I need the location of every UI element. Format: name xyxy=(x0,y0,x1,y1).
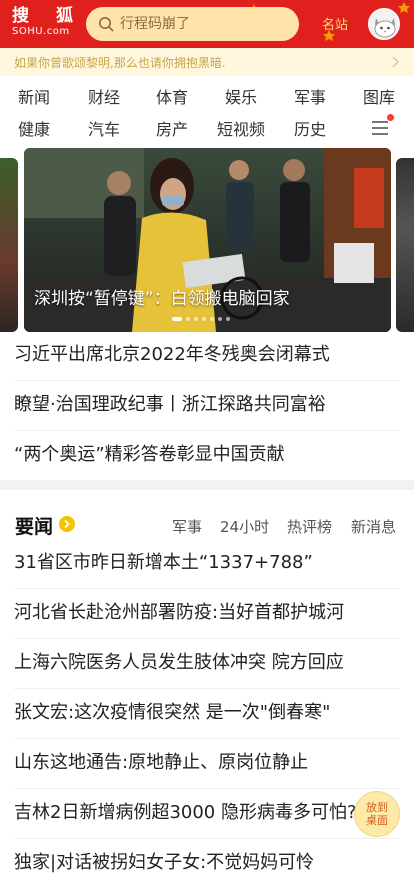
channel-short-video[interactable]: 短视频 xyxy=(211,120,271,140)
add-to-desktop-button[interactable]: 放到 桌面 xyxy=(354,791,400,837)
menu-icon[interactable] xyxy=(371,120,389,136)
top-header: 搜 狐 SOHU.com 名站 xyxy=(0,0,414,48)
news-item[interactable]: 上海六院医务人员发生肢体冲突 院方回应 xyxy=(14,650,400,676)
channel-entertainment[interactable]: 娱乐 xyxy=(211,88,271,108)
divider xyxy=(14,738,400,739)
section-title: 要闻 xyxy=(15,516,54,538)
divider xyxy=(14,430,400,431)
news-carousel[interactable]: 深圳按“暂停键”：白领搬电脑回家 xyxy=(0,148,414,332)
news-item[interactable]: 山东这地通告:原地静止、原岗位静止 xyxy=(14,750,400,776)
logo-char-1: 搜 xyxy=(12,6,30,26)
add-to-desktop-line2: 桌面 xyxy=(366,814,388,827)
carousel-dot[interactable] xyxy=(172,317,182,321)
carousel-dot[interactable] xyxy=(202,317,206,321)
carousel-prev-slide[interactable] xyxy=(0,158,18,332)
channel-history[interactable]: 历史 xyxy=(280,120,340,140)
search-input[interactable] xyxy=(120,16,290,32)
news-item[interactable]: 河北省长赴沧州部署防疫:当好首都护城河 xyxy=(14,600,400,626)
divider xyxy=(14,688,400,689)
carousel-dot[interactable] xyxy=(226,317,230,321)
divider xyxy=(14,380,400,381)
sohu-logo[interactable]: 搜 狐 SOHU.com xyxy=(12,6,76,42)
channel-house[interactable]: 房产 xyxy=(142,120,202,140)
add-to-desktop-line1: 放到 xyxy=(366,801,388,814)
divider xyxy=(14,638,400,639)
carousel-dot[interactable] xyxy=(210,317,214,321)
headline-item[interactable]: “两个奥运”精彩答卷彰显中国贡献 xyxy=(14,442,400,468)
channel-auto[interactable]: 汽车 xyxy=(74,120,134,140)
slogan-text: 如果你曾歌颂黎明,那么也请你拥抱黑暗. xyxy=(14,55,226,70)
divider xyxy=(14,838,400,839)
chevron-right-icon xyxy=(392,56,399,68)
search-icon xyxy=(99,17,114,32)
carousel-dots xyxy=(172,317,230,321)
search-bar[interactable] xyxy=(86,7,299,41)
carousel-caption: 深圳按“暂停键”：白领搬电脑回家 xyxy=(34,289,290,309)
avatar[interactable] xyxy=(368,8,400,40)
tab-hot-comments[interactable]: 热评榜 xyxy=(287,516,332,537)
divider xyxy=(14,588,400,589)
slogan-bar[interactable]: 如果你曾歌颂黎明,那么也请你拥抱黑暗. xyxy=(0,48,414,76)
headline-item[interactable]: 习近平出席北京2022年冬残奥会闭幕式 xyxy=(14,342,400,368)
channel-military[interactable]: 军事 xyxy=(280,88,340,108)
carousel-next-slide[interactable] xyxy=(396,158,414,332)
logo-en: SOHU.com xyxy=(12,26,70,37)
channel-health[interactable]: 健康 xyxy=(4,120,64,140)
tab-24h[interactable]: 24小时 xyxy=(220,516,269,537)
carousel-dot[interactable] xyxy=(194,317,198,321)
logo-char-2: 狐 xyxy=(56,6,74,26)
divider xyxy=(14,788,400,789)
carousel-main-slide[interactable]: 深圳按“暂停键”：白领搬电脑回家 xyxy=(24,148,391,332)
section-gap xyxy=(0,480,414,490)
carousel-dot[interactable] xyxy=(218,317,222,321)
notification-dot xyxy=(387,114,394,121)
news-item[interactable]: 独家|对话被拐妇女子女:不觉妈妈可怜 xyxy=(14,850,400,876)
channel-sports[interactable]: 体育 xyxy=(142,88,202,108)
news-item[interactable]: 张文宏:这次疫情很突然 是一次"倒春寒" xyxy=(14,700,400,726)
arrow-right-circle-icon[interactable] xyxy=(59,516,75,532)
channel-gallery[interactable]: 图库 xyxy=(349,88,409,108)
headline-item[interactable]: 瞭望·治国理政纪事丨浙江探路共同富裕 xyxy=(14,392,400,418)
mingzhan-link[interactable]: 名站 xyxy=(322,14,348,33)
news-item[interactable]: 吉林2日新增病例超3000 隐形病毒多可怕? xyxy=(14,800,400,826)
tab-new-messages[interactable]: 新消息 xyxy=(351,516,396,537)
tab-military[interactable]: 军事 xyxy=(172,516,202,537)
news-item[interactable]: 31省区市昨日新增本土“1337+788” xyxy=(14,550,400,576)
channel-finance[interactable]: 财经 xyxy=(74,88,134,108)
carousel-dot[interactable] xyxy=(186,317,190,321)
channel-news[interactable]: 新闻 xyxy=(4,88,64,108)
